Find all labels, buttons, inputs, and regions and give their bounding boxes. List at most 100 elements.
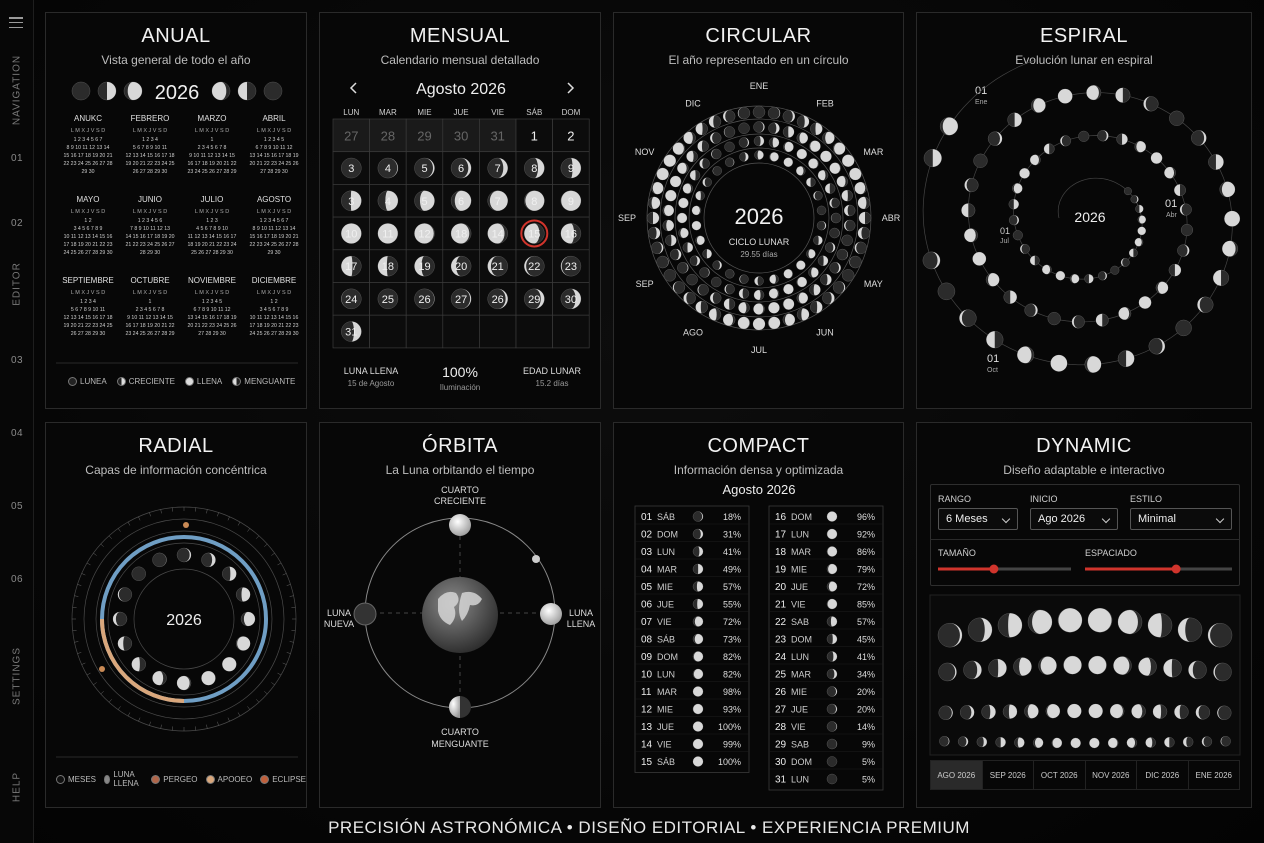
tick [108, 699, 112, 703]
day-row: 3 4 5 6 7 8 9 [260, 307, 289, 313]
tick [247, 706, 251, 710]
ring-moon-icon [754, 150, 764, 160]
ring-moon-icon [841, 269, 855, 282]
day-row: 20 21 22 23 24 25 26 [249, 161, 298, 167]
ring-moon-icon [832, 142, 846, 155]
weekday-row: L M X J V S D [195, 290, 229, 296]
tab-ene-2026[interactable]: ENE 2026 [1189, 761, 1240, 789]
panel-circular[interactable]: CIRCULAR El año representado en un círcu… [613, 12, 904, 409]
row-percent: 79% [857, 565, 875, 575]
tick [108, 535, 112, 539]
dynamic-moon-icon [1126, 737, 1138, 749]
weekday-row: L M X J V S D [133, 290, 167, 296]
panel-mensual[interactable]: MENSUAL Calendario mensual detallado Ago… [319, 12, 601, 409]
day-number: 28 [381, 128, 395, 143]
row-day: 04 [641, 565, 653, 576]
ring-moon-icon [822, 291, 835, 305]
sidebar-help[interactable]: HELP [12, 772, 23, 802]
row-percent: 45% [857, 635, 875, 645]
day-number: 5 [421, 196, 427, 208]
panel-anual[interactable]: ANUAL Vista general de todo el año 2026 … [45, 12, 307, 409]
svg-text:LLENA: LLENA [567, 619, 596, 629]
row-day: 28 [775, 722, 787, 733]
spiral-moon-icon [1191, 130, 1207, 146]
month-label: FEB [816, 99, 834, 109]
day-row: 3 4 5 6 7 8 9 [74, 226, 103, 232]
waxing-moon-icon [116, 377, 126, 386]
spiral-moon-icon [1222, 240, 1239, 257]
panel-dynamic[interactable]: DYNAMIC Diseño adaptable e interactivo R… [916, 422, 1252, 808]
tab-nov-2026[interactable]: NOV 2026 [1086, 761, 1137, 789]
dynamic-moon-icon [1038, 656, 1057, 675]
dynamic-moon-icon [1057, 607, 1083, 633]
tab-ago-2026[interactable]: AGO 2026 [931, 761, 983, 789]
spiral-moon-icon [1143, 96, 1159, 112]
month-label: Agosto 2026 [722, 482, 795, 497]
empty-cell [552, 314, 590, 349]
dynamic-visual [929, 564, 1241, 756]
tab-sep-2026[interactable]: SEP 2026 [983, 761, 1034, 789]
spiral-moon-icon [1174, 184, 1186, 197]
ring-moon-icon [796, 115, 810, 128]
sidebar-settings[interactable]: SETTINGS [12, 647, 23, 705]
sidebar-number-05[interactable]: 05 [0, 501, 34, 512]
sidebar-number-03[interactable]: 03 [0, 355, 34, 366]
row-percent: 18% [723, 512, 741, 522]
next-month-icon[interactable] [567, 82, 575, 94]
day-row: 11 12 13 14 15 16 17 [188, 234, 237, 240]
row-day: 09 [641, 652, 653, 663]
row-percent: 5% [862, 757, 875, 767]
day-row: 13 14 15 16 17 18 19 [249, 153, 298, 159]
sidebar-number-01[interactable]: 01 [0, 153, 34, 164]
panel-compact[interactable]: COMPACT Información densa y optimizada A… [613, 422, 904, 808]
row-moon-icon [692, 511, 704, 522]
radial-moon-icon [235, 636, 251, 651]
month-name: ANUKC [74, 114, 102, 123]
row-weekday: VIE [657, 617, 672, 627]
ring-moon-icon [651, 241, 664, 255]
radial-moon-icon [201, 552, 216, 568]
ring-moon-icon [739, 152, 749, 162]
row-moon-icon [692, 756, 704, 767]
ring-moon-icon [841, 189, 853, 202]
legend-pergeo: PERGEO [151, 774, 198, 784]
tab-dic-2026[interactable]: DIC 2026 [1137, 761, 1189, 789]
day-row: 23 24 25 26 27 28 29 [125, 331, 174, 337]
sidebar-editor[interactable]: EDITOR [12, 262, 23, 306]
dynamic-moon-icon [1109, 703, 1125, 719]
ring-moon-icon [738, 302, 750, 314]
tick [160, 724, 162, 729]
row-day: 27 [775, 705, 787, 716]
spiral-moon-icon [1208, 154, 1224, 170]
menu-icon[interactable] [9, 17, 23, 28]
row-weekday: JUE [791, 582, 808, 592]
dynamic-moon-icon [938, 662, 957, 682]
row-moon-icon [826, 721, 838, 732]
row-percent: 34% [857, 670, 875, 680]
sidebar-number-06[interactable]: 06 [0, 574, 34, 585]
panel-orbita[interactable]: ÓRBITA La Luna orbitando el tiempo CUART… [319, 422, 601, 808]
prev-month-icon[interactable] [349, 82, 357, 94]
spiral-moon-icon [973, 153, 988, 168]
tick [77, 584, 82, 586]
spiral-moon-icon [1116, 133, 1128, 145]
row-moon-icon [692, 598, 704, 610]
day-row: 8 9 10 11 12 13 14 [253, 226, 296, 232]
day-row: 1 2 3 4 5 6 [138, 218, 163, 224]
ring-moon-icon [752, 317, 766, 331]
radial-moon-icon [117, 587, 133, 602]
ring-moon-icon [689, 169, 701, 181]
ring-moon-icon [782, 126, 795, 138]
day-number: 7 [495, 163, 501, 175]
ring-moon-icon [712, 166, 722, 176]
day-row: 1 2 3 4 5 [264, 137, 284, 143]
sidebar-number-02[interactable]: 02 [0, 218, 34, 229]
panel-radial[interactable]: RADIAL Capas de información concéntrica … [45, 422, 307, 808]
tab-oct-2026[interactable]: OCT 2026 [1034, 761, 1086, 789]
sidebar-number-04[interactable]: 04 [0, 428, 34, 439]
tick [100, 543, 104, 547]
sidebar-navigation[interactable]: NAVIGATION [12, 55, 23, 125]
ring-moon-icon [722, 110, 736, 123]
day-row: 12 13 14 15 16 17 18 [63, 315, 112, 321]
panel-espiral[interactable]: ESPIRAL Evolución lunar en espiral 2026 … [916, 12, 1252, 409]
